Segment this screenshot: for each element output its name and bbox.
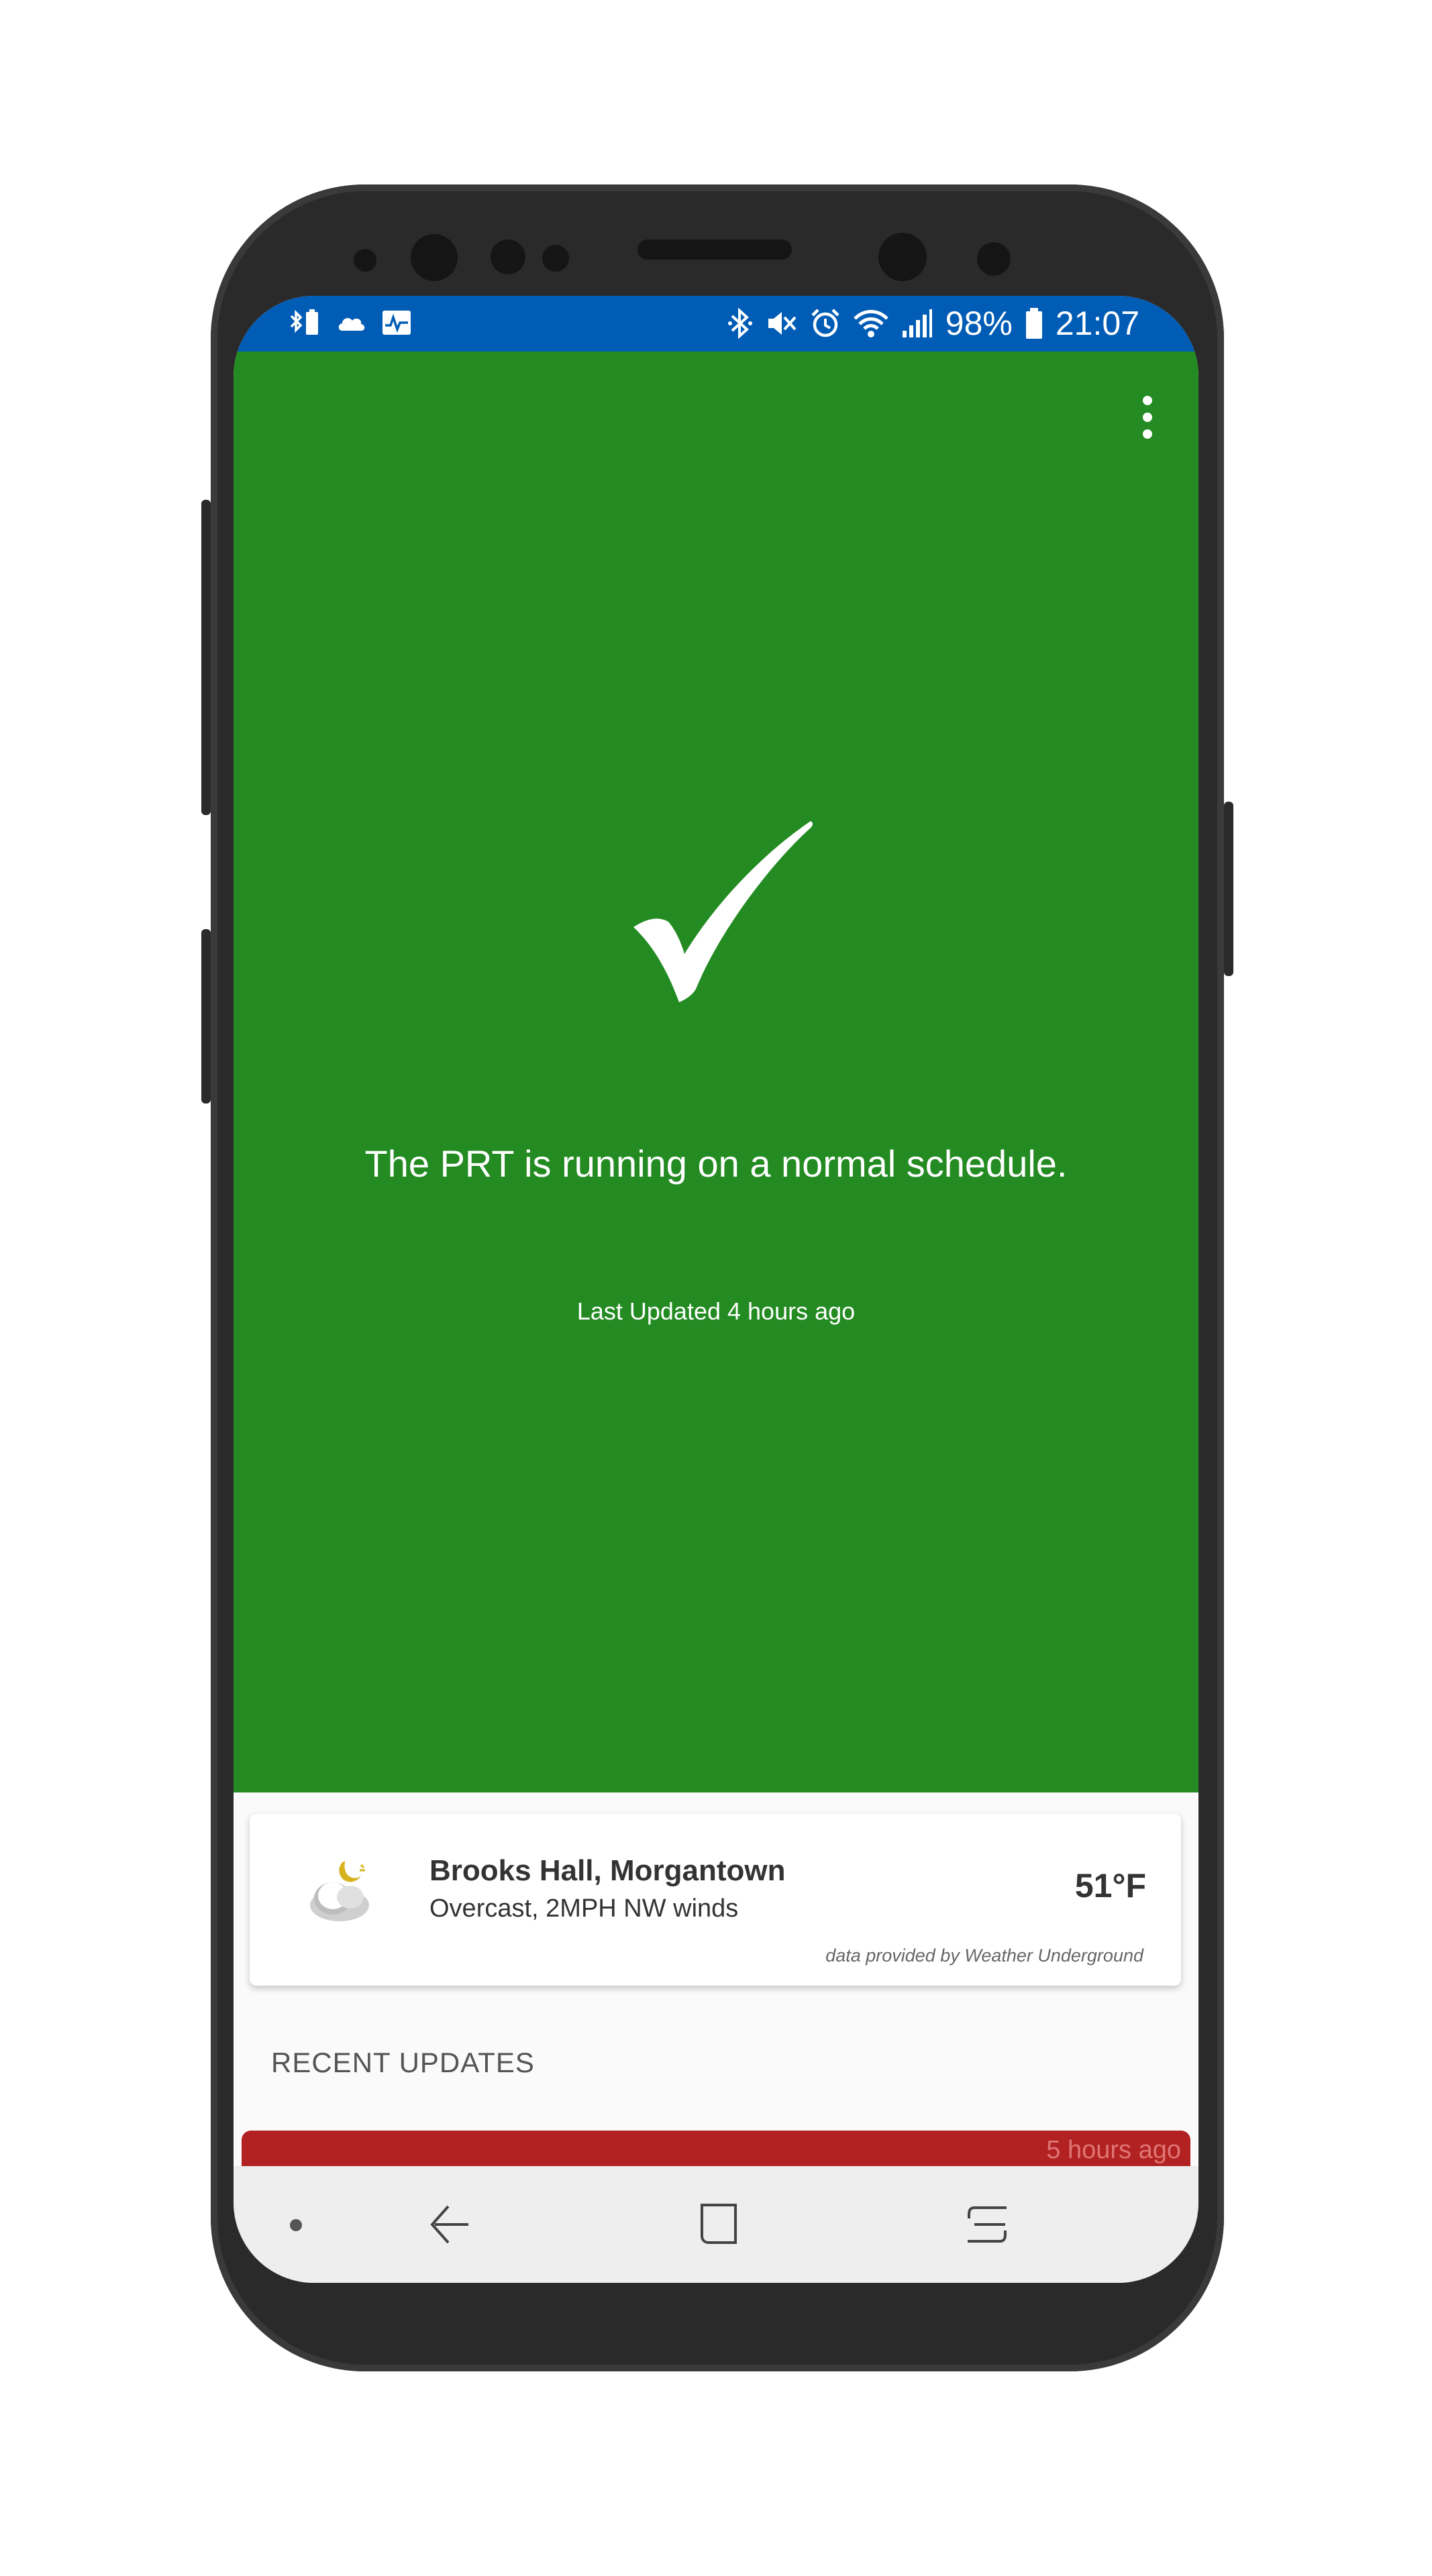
weather-temperature: 51°F xyxy=(1074,1867,1146,1904)
battery-icon xyxy=(1025,308,1042,339)
earpiece-speaker xyxy=(637,239,792,260)
screen: 98% 21:07 The PRT is running on a normal… xyxy=(234,296,1198,2283)
update-item[interactable]: 5 hours ago xyxy=(242,2131,1190,2171)
bluetooth-icon xyxy=(727,307,752,339)
checkmark-icon xyxy=(633,821,813,1002)
front-camera xyxy=(878,233,927,281)
mute-icon xyxy=(768,312,797,335)
bixby-button xyxy=(201,929,211,1104)
sensor-dot xyxy=(542,245,569,272)
cloud-icon xyxy=(338,318,365,331)
weather-location: Brooks Hall, Morgantown xyxy=(429,1854,786,1887)
status-hero: The PRT is running on a normal schedule.… xyxy=(234,352,1198,1792)
status-bar-right-icons: 98% 21:07 xyxy=(727,303,1139,344)
back-icon[interactable] xyxy=(428,2202,472,2247)
sensor-dot xyxy=(411,234,458,281)
signal-icon xyxy=(902,309,932,337)
nav-dot-icon[interactable] xyxy=(290,2219,302,2231)
sensor-dot xyxy=(977,242,1011,276)
update-time: 5 hours ago xyxy=(1046,2136,1181,2164)
weather-credit: data provided by Weather Underground xyxy=(825,1945,1143,1966)
recents-icon[interactable] xyxy=(965,2202,1009,2247)
phone-frame: 98% 21:07 The PRT is running on a normal… xyxy=(201,184,1233,2371)
bluetooth-battery-icon xyxy=(290,309,318,335)
status-bar: 98% 21:07 xyxy=(234,296,1198,352)
clock: 21:07 xyxy=(1055,305,1139,342)
power-button xyxy=(1224,802,1233,976)
recent-updates-header: RECENT UPDATES xyxy=(271,2047,535,2078)
sensor-dot xyxy=(354,249,376,272)
weather-card[interactable]: Brooks Hall, Morgantown Overcast, 2MPH N… xyxy=(250,1814,1181,1986)
partly-cloudy-night-icon xyxy=(310,1861,369,1921)
status-message: The PRT is running on a normal schedule. xyxy=(364,1142,1068,1185)
sensor-dot xyxy=(491,239,525,274)
volume-button xyxy=(201,500,211,815)
weather-conditions: Overcast, 2MPH NW winds xyxy=(429,1894,739,1923)
last-updated: Last Updated 4 hours ago xyxy=(576,1297,856,1325)
wifi-icon xyxy=(854,310,888,337)
activity-icon xyxy=(382,311,411,335)
home-icon[interactable] xyxy=(697,2202,741,2247)
alarm-icon xyxy=(811,309,839,337)
battery-percentage: 98% xyxy=(945,305,1013,342)
status-bar-left-icons xyxy=(287,308,412,337)
overflow-menu-icon[interactable] xyxy=(1134,390,1161,444)
navigation-bar xyxy=(234,2166,1198,2283)
